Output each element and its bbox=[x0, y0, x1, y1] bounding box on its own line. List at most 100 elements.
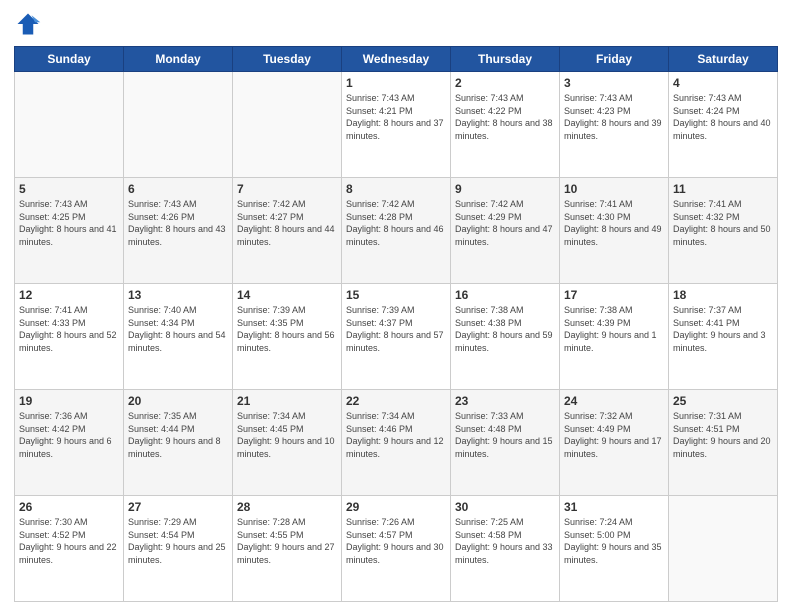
day-number: 17 bbox=[564, 288, 664, 302]
day-info: Sunrise: 7:35 AM Sunset: 4:44 PM Dayligh… bbox=[128, 410, 228, 460]
day-number: 21 bbox=[237, 394, 337, 408]
day-number: 16 bbox=[455, 288, 555, 302]
day-cell-2: 2Sunrise: 7:43 AM Sunset: 4:22 PM Daylig… bbox=[451, 72, 560, 178]
day-number: 24 bbox=[564, 394, 664, 408]
col-header-monday: Monday bbox=[124, 47, 233, 72]
day-info: Sunrise: 7:32 AM Sunset: 4:49 PM Dayligh… bbox=[564, 410, 664, 460]
day-number: 13 bbox=[128, 288, 228, 302]
day-number: 7 bbox=[237, 182, 337, 196]
day-cell-20: 20 Sunrise: 7:35 AM Sunset: 4:44 PM Dayli… bbox=[124, 390, 233, 496]
day-cell-7: 7Sunrise: 7:42 AM Sunset: 4:27 PM Daylig… bbox=[233, 178, 342, 284]
col-header-sunday: Sunday bbox=[15, 47, 124, 72]
logo-icon bbox=[14, 10, 42, 38]
day-info: Sunrise: 7:41 AM Sunset: 4:32 PM Dayligh… bbox=[673, 198, 773, 248]
day-cell-22: 22 Sunrise: 7:34 AM Sunset: 4:46 PM Dayli… bbox=[342, 390, 451, 496]
week-row-1: 1Sunrise: 7:43 AM Sunset: 4:21 PM Daylig… bbox=[15, 72, 778, 178]
days-header-row: SundayMondayTuesdayWednesdayThursdayFrid… bbox=[15, 47, 778, 72]
day-number: 8 bbox=[346, 182, 446, 196]
day-info: Sunrise: 7:41 AM Sunset: 4:33 PM Dayligh… bbox=[19, 304, 119, 354]
day-number: 12 bbox=[19, 288, 119, 302]
day-info: Sunrise: 7:43 AM Sunset: 4:21 PM Dayligh… bbox=[346, 92, 446, 142]
week-row-3: 12 Sunrise: 7:41 AM Sunset: 4:33 PM Dayli… bbox=[15, 284, 778, 390]
day-cell-15: 15 Sunrise: 7:39 AM Sunset: 4:37 PM Dayli… bbox=[342, 284, 451, 390]
day-number: 30 bbox=[455, 500, 555, 514]
day-number: 11 bbox=[673, 182, 773, 196]
day-info: Sunrise: 7:34 AM Sunset: 4:46 PM Dayligh… bbox=[346, 410, 446, 460]
day-info: Sunrise: 7:28 AM Sunset: 4:55 PM Dayligh… bbox=[237, 516, 337, 566]
week-row-2: 5 Sunrise: 7:43 AM Sunset: 4:25 PM Daylig… bbox=[15, 178, 778, 284]
empty-cell bbox=[233, 72, 342, 178]
day-info: Sunrise: 7:43 AM Sunset: 4:25 PM Dayligh… bbox=[19, 198, 119, 248]
day-number: 22 bbox=[346, 394, 446, 408]
day-number: 28 bbox=[237, 500, 337, 514]
day-number: 20 bbox=[128, 394, 228, 408]
day-cell-12: 12 Sunrise: 7:41 AM Sunset: 4:33 PM Dayli… bbox=[15, 284, 124, 390]
day-info: Sunrise: 7:42 AM Sunset: 4:28 PM Dayligh… bbox=[346, 198, 446, 248]
empty-cell bbox=[15, 72, 124, 178]
day-info: Sunrise: 7:33 AM Sunset: 4:48 PM Dayligh… bbox=[455, 410, 555, 460]
day-cell-21: 21Sunrise: 7:34 AM Sunset: 4:45 PM Dayli… bbox=[233, 390, 342, 496]
day-number: 25 bbox=[673, 394, 773, 408]
day-cell-5: 5 Sunrise: 7:43 AM Sunset: 4:25 PM Daylig… bbox=[15, 178, 124, 284]
day-cell-25: 25 Sunrise: 7:31 AM Sunset: 4:51 PM Dayli… bbox=[669, 390, 778, 496]
day-info: Sunrise: 7:43 AM Sunset: 4:24 PM Dayligh… bbox=[673, 92, 773, 142]
day-number: 6 bbox=[128, 182, 228, 196]
day-cell-4: 4 Sunrise: 7:43 AM Sunset: 4:24 PM Daylig… bbox=[669, 72, 778, 178]
col-header-tuesday: Tuesday bbox=[233, 47, 342, 72]
day-number: 9 bbox=[455, 182, 555, 196]
day-number: 29 bbox=[346, 500, 446, 514]
day-cell-14: 14Sunrise: 7:39 AM Sunset: 4:35 PM Dayli… bbox=[233, 284, 342, 390]
day-cell-13: 13 Sunrise: 7:40 AM Sunset: 4:34 PM Dayli… bbox=[124, 284, 233, 390]
day-info: Sunrise: 7:31 AM Sunset: 4:51 PM Dayligh… bbox=[673, 410, 773, 460]
day-number: 18 bbox=[673, 288, 773, 302]
day-cell-19: 19Sunrise: 7:36 AM Sunset: 4:42 PM Dayli… bbox=[15, 390, 124, 496]
day-number: 5 bbox=[19, 182, 119, 196]
day-number: 3 bbox=[564, 76, 664, 90]
day-cell-9: 9 Sunrise: 7:42 AM Sunset: 4:29 PM Daylig… bbox=[451, 178, 560, 284]
day-info: Sunrise: 7:24 AM Sunset: 5:00 PM Dayligh… bbox=[564, 516, 664, 566]
day-info: Sunrise: 7:29 AM Sunset: 4:54 PM Dayligh… bbox=[128, 516, 228, 566]
page: SundayMondayTuesdayWednesdayThursdayFrid… bbox=[0, 0, 792, 612]
day-cell-27: 27 Sunrise: 7:29 AM Sunset: 4:54 PM Dayli… bbox=[124, 496, 233, 602]
day-cell-28: 28 Sunrise: 7:28 AM Sunset: 4:55 PM Dayli… bbox=[233, 496, 342, 602]
day-cell-3: 3Sunrise: 7:43 AM Sunset: 4:23 PM Daylig… bbox=[560, 72, 669, 178]
day-info: Sunrise: 7:43 AM Sunset: 4:26 PM Dayligh… bbox=[128, 198, 228, 248]
day-cell-1: 1Sunrise: 7:43 AM Sunset: 4:21 PM Daylig… bbox=[342, 72, 451, 178]
day-number: 23 bbox=[455, 394, 555, 408]
day-number: 15 bbox=[346, 288, 446, 302]
day-cell-17: 17 Sunrise: 7:38 AM Sunset: 4:39 PM Dayli… bbox=[560, 284, 669, 390]
day-cell-11: 11 Sunrise: 7:41 AM Sunset: 4:32 PM Dayli… bbox=[669, 178, 778, 284]
day-info: Sunrise: 7:40 AM Sunset: 4:34 PM Dayligh… bbox=[128, 304, 228, 354]
day-cell-24: 24 Sunrise: 7:32 AM Sunset: 4:49 PM Dayli… bbox=[560, 390, 669, 496]
day-cell-23: 23 Sunrise: 7:33 AM Sunset: 4:48 PM Dayli… bbox=[451, 390, 560, 496]
day-number: 19 bbox=[19, 394, 119, 408]
day-cell-6: 6 Sunrise: 7:43 AM Sunset: 4:26 PM Daylig… bbox=[124, 178, 233, 284]
day-info: Sunrise: 7:42 AM Sunset: 4:29 PM Dayligh… bbox=[455, 198, 555, 248]
empty-cell bbox=[669, 496, 778, 602]
day-info: Sunrise: 7:37 AM Sunset: 4:41 PM Dayligh… bbox=[673, 304, 773, 354]
day-cell-30: 30Sunrise: 7:25 AM Sunset: 4:58 PM Dayli… bbox=[451, 496, 560, 602]
col-header-friday: Friday bbox=[560, 47, 669, 72]
day-info: Sunrise: 7:30 AM Sunset: 4:52 PM Dayligh… bbox=[19, 516, 119, 566]
header bbox=[14, 10, 778, 38]
calendar-table: SundayMondayTuesdayWednesdayThursdayFrid… bbox=[14, 46, 778, 602]
day-number: 27 bbox=[128, 500, 228, 514]
logo bbox=[14, 10, 46, 38]
day-info: Sunrise: 7:41 AM Sunset: 4:30 PM Dayligh… bbox=[564, 198, 664, 248]
day-number: 4 bbox=[673, 76, 773, 90]
day-info: Sunrise: 7:38 AM Sunset: 4:38 PM Dayligh… bbox=[455, 304, 555, 354]
day-number: 26 bbox=[19, 500, 119, 514]
col-header-wednesday: Wednesday bbox=[342, 47, 451, 72]
day-cell-10: 10Sunrise: 7:41 AM Sunset: 4:30 PM Dayli… bbox=[560, 178, 669, 284]
day-cell-26: 26 Sunrise: 7:30 AM Sunset: 4:52 PM Dayli… bbox=[15, 496, 124, 602]
day-cell-31: 31Sunrise: 7:24 AM Sunset: 5:00 PM Dayli… bbox=[560, 496, 669, 602]
day-info: Sunrise: 7:26 AM Sunset: 4:57 PM Dayligh… bbox=[346, 516, 446, 566]
day-info: Sunrise: 7:39 AM Sunset: 4:37 PM Dayligh… bbox=[346, 304, 446, 354]
day-cell-8: 8 Sunrise: 7:42 AM Sunset: 4:28 PM Daylig… bbox=[342, 178, 451, 284]
day-cell-18: 18 Sunrise: 7:37 AM Sunset: 4:41 PM Dayli… bbox=[669, 284, 778, 390]
col-header-saturday: Saturday bbox=[669, 47, 778, 72]
day-cell-16: 16 Sunrise: 7:38 AM Sunset: 4:38 PM Dayli… bbox=[451, 284, 560, 390]
day-number: 2 bbox=[455, 76, 555, 90]
day-info: Sunrise: 7:38 AM Sunset: 4:39 PM Dayligh… bbox=[564, 304, 664, 354]
week-row-5: 26 Sunrise: 7:30 AM Sunset: 4:52 PM Dayli… bbox=[15, 496, 778, 602]
